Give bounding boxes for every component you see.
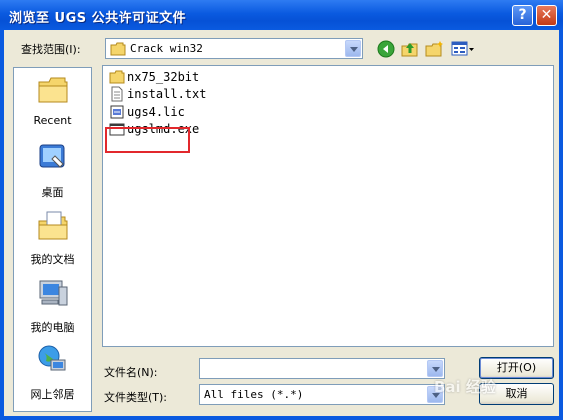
place-recent[interactable]: Recent bbox=[14, 68, 91, 132]
dialog-window: 浏览至 UGS 公共许可证文件 ? ✕ 查找范围(I): Crack win32 bbox=[0, 0, 563, 420]
dialog-body: 查找范围(I): Crack win32 Recent 桌面 我的文档 我的电脑… bbox=[4, 30, 559, 416]
folder-icon bbox=[109, 70, 125, 84]
places-bar: Recent 桌面 我的文档 我的电脑 网上邻居 bbox=[13, 67, 92, 412]
up-folder-icon[interactable] bbox=[401, 40, 419, 58]
view-menu-icon[interactable] bbox=[451, 40, 475, 58]
place-my-computer[interactable]: 我的电脑 bbox=[14, 273, 91, 337]
help-button[interactable]: ? bbox=[512, 5, 533, 26]
network-icon bbox=[38, 345, 66, 371]
place-desktop[interactable]: 桌面 bbox=[14, 138, 91, 202]
back-icon[interactable] bbox=[377, 40, 395, 58]
desktop-icon bbox=[39, 144, 65, 168]
place-my-documents[interactable]: 我的文档 bbox=[14, 205, 91, 269]
title-bar[interactable]: 浏览至 UGS 公共许可证文件 ? ✕ bbox=[0, 0, 563, 30]
chevron-down-icon[interactable] bbox=[345, 40, 361, 57]
watermark-logo: Bai 经验 bbox=[434, 378, 496, 396]
new-folder-icon[interactable] bbox=[425, 40, 445, 58]
filetype-label: 文件类型(T): bbox=[104, 391, 168, 404]
file-name: nx75_32bit bbox=[127, 70, 200, 84]
text-file-icon bbox=[111, 86, 123, 102]
file-name: ugs4.lic bbox=[127, 105, 185, 119]
license-file-icon bbox=[110, 105, 124, 119]
place-label: 我的电脑 bbox=[30, 321, 75, 334]
filetype-select[interactable]: All files (*.*) bbox=[199, 384, 445, 405]
highlight-box bbox=[105, 127, 190, 153]
lookin-value: Crack win32 bbox=[130, 42, 203, 55]
my-computer-icon bbox=[39, 280, 68, 306]
place-label: 网上邻居 bbox=[30, 388, 75, 401]
folder-icon bbox=[110, 42, 126, 56]
file-list[interactable]: nx75_32bit install.txt ugs4.lic ugslmd.e… bbox=[102, 65, 554, 347]
filetype-value: All files (*.*) bbox=[204, 388, 304, 401]
chevron-down-icon[interactable] bbox=[427, 360, 443, 377]
close-button[interactable]: ✕ bbox=[536, 5, 557, 26]
place-network[interactable]: 网上邻居 bbox=[14, 340, 91, 404]
recent-folder-icon bbox=[38, 77, 68, 103]
filename-field[interactable] bbox=[199, 358, 445, 379]
window-title: 浏览至 UGS 公共许可证文件 bbox=[9, 11, 187, 26]
place-label: 桌面 bbox=[41, 186, 64, 199]
filename-label: 文件名(N): bbox=[104, 366, 158, 379]
lookin-combo[interactable]: Crack win32 bbox=[105, 38, 363, 59]
place-label: 我的文档 bbox=[30, 253, 75, 266]
place-label: Recent bbox=[33, 114, 72, 127]
my-documents-icon bbox=[38, 211, 68, 240]
file-name: install.txt bbox=[127, 87, 207, 101]
lookin-label: 查找范围(I): bbox=[21, 43, 81, 56]
